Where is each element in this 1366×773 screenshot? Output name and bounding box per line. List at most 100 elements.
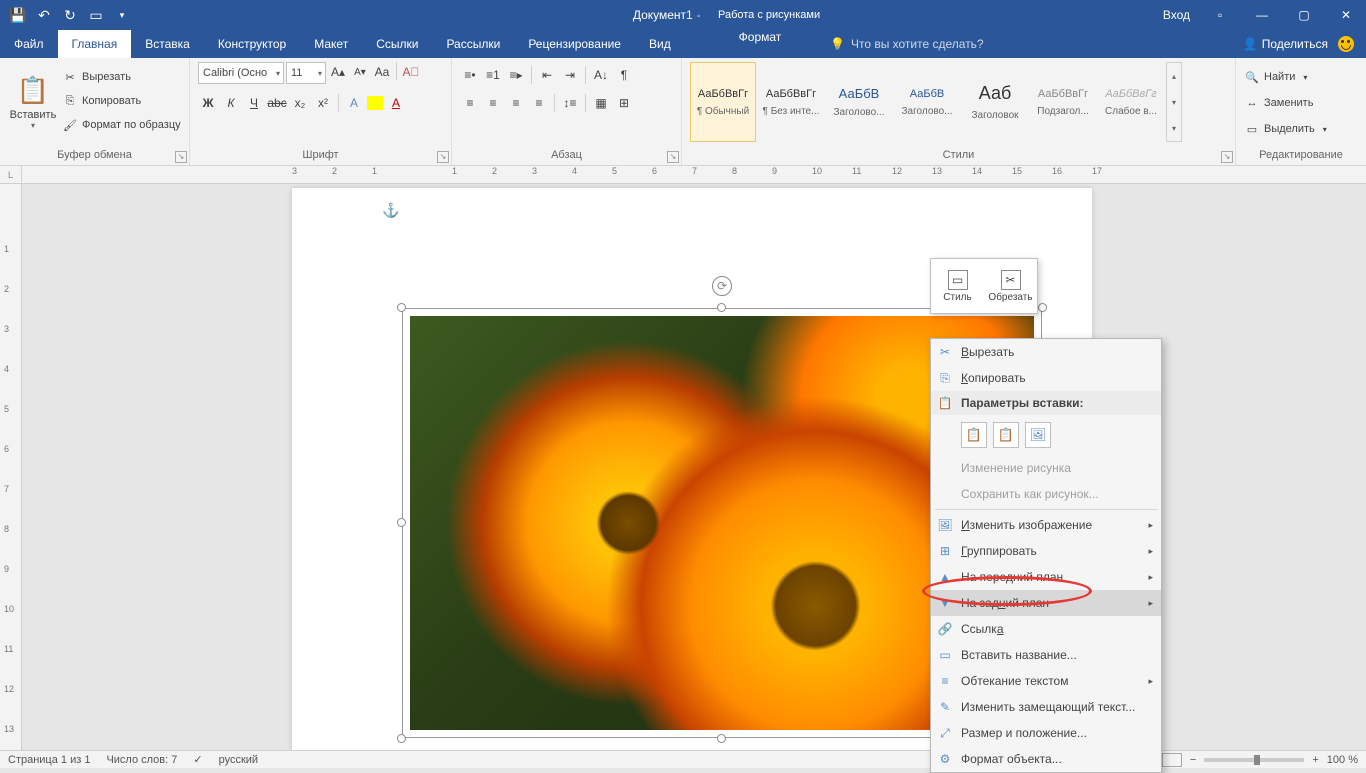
cut-button[interactable]: ✂Вырезать: [62, 66, 181, 88]
numbering-icon[interactable]: ≡1: [483, 65, 503, 85]
ctx-size-position[interactable]: ⤢Размер и положение...: [931, 720, 1161, 746]
borders-icon[interactable]: ⊞: [614, 93, 634, 113]
ctx-cut[interactable]: ✂ВВырезатьырезать: [931, 339, 1161, 365]
tell-me-search[interactable]: 💡 Что вы хотите сделать?: [830, 30, 984, 58]
tab-format[interactable]: Формат: [700, 30, 820, 44]
shading-icon[interactable]: ▦: [591, 93, 611, 113]
new-doc-icon[interactable]: ▭: [84, 3, 108, 27]
style-subtle[interactable]: АаБбВвГгСлабое в...: [1098, 62, 1164, 142]
ctx-send-back[interactable]: ▼На задний план▸: [931, 590, 1161, 616]
rotation-handle[interactable]: ⟳: [712, 276, 732, 296]
format-painter-button[interactable]: 🖌Формат по образцу: [62, 114, 181, 136]
style-heading2[interactable]: АаБбВЗаголово...: [894, 62, 960, 142]
tab-view[interactable]: Вид: [635, 30, 685, 58]
ctx-alt-text[interactable]: ✎Изменить замещающий текст...: [931, 694, 1161, 720]
status-page[interactable]: Страница 1 из 1: [8, 754, 90, 766]
bold-button[interactable]: Ж: [198, 93, 218, 113]
bullets-icon[interactable]: ≡•: [460, 65, 480, 85]
maximize-icon[interactable]: ▢: [1284, 0, 1324, 30]
increase-indent-icon[interactable]: ⇥: [560, 65, 580, 85]
ctx-edit-image[interactable]: 🖼Изменить изображение▸: [931, 512, 1161, 538]
save-icon[interactable]: 💾: [6, 3, 30, 27]
style-no-spacing[interactable]: АаБбВвГг¶ Без инте...: [758, 62, 824, 142]
underline-button[interactable]: Ч: [244, 93, 264, 113]
status-spellcheck-icon[interactable]: ✓: [193, 753, 202, 766]
resize-handle-sw[interactable]: [397, 734, 406, 743]
grow-font-icon[interactable]: A▴: [328, 62, 348, 82]
justify-icon[interactable]: ≡: [529, 93, 549, 113]
ctx-copy[interactable]: ⎘Копировать: [931, 365, 1161, 391]
align-left-icon[interactable]: ≡: [460, 93, 480, 113]
clipboard-dialog-launcher[interactable]: ↘: [175, 151, 187, 163]
paste-option-2[interactable]: 📋: [993, 422, 1019, 448]
change-case-icon[interactable]: Aa: [372, 62, 392, 82]
paste-option-3[interactable]: 🖼: [1025, 422, 1051, 448]
shrink-font-icon[interactable]: A▾: [350, 62, 370, 82]
multilevel-icon[interactable]: ≡▸: [506, 65, 526, 85]
paragraph-dialog-launcher[interactable]: ↘: [667, 151, 679, 163]
tab-mailings[interactable]: Рассылки: [432, 30, 514, 58]
subscript-button[interactable]: x₂: [290, 93, 310, 113]
ctx-link[interactable]: 🔗Ссылка: [931, 616, 1161, 642]
strikethrough-button[interactable]: abc: [267, 93, 287, 113]
mini-crop-button[interactable]: ✂ Обрезать: [984, 259, 1037, 313]
style-subtitle[interactable]: АаБбВвГгПодзагол...: [1030, 62, 1096, 142]
tab-file[interactable]: Файл: [0, 30, 58, 58]
undo-icon[interactable]: ↶: [32, 3, 56, 27]
ctx-wrap-text[interactable]: ≡Обтекание текстом▸: [931, 668, 1161, 694]
tab-layout[interactable]: Макет: [300, 30, 362, 58]
sort-icon[interactable]: A↓: [591, 65, 611, 85]
replace-button[interactable]: ↔Заменить: [1244, 92, 1327, 114]
tab-insert[interactable]: Вставка: [131, 30, 204, 58]
paste-button[interactable]: 📋 Вставить ▾: [8, 62, 58, 142]
resize-handle-nw[interactable]: [397, 303, 406, 312]
tab-review[interactable]: Рецензирование: [514, 30, 635, 58]
ctx-group[interactable]: ⊞Группировать▸: [931, 538, 1161, 564]
text-effects-icon[interactable]: A: [344, 93, 364, 113]
font-name-combo[interactable]: Calibri (Осно: [198, 62, 284, 84]
decrease-indent-icon[interactable]: ⇤: [537, 65, 557, 85]
login-button[interactable]: Вход: [1163, 8, 1190, 22]
font-color-icon[interactable]: A: [386, 93, 406, 113]
style-heading1[interactable]: АаБбВЗаголово...: [826, 62, 892, 142]
status-language[interactable]: русский: [219, 754, 258, 766]
highlight-icon[interactable]: [367, 96, 383, 110]
ctx-format-object[interactable]: ⚙Формат объекта...: [931, 746, 1161, 772]
italic-button[interactable]: К: [221, 93, 241, 113]
show-marks-icon[interactable]: ¶: [614, 65, 634, 85]
find-button[interactable]: 🔍Найти▾: [1244, 66, 1327, 88]
zoom-slider[interactable]: [1204, 758, 1304, 762]
style-normal[interactable]: АаБбВвГг¶ Обычный: [690, 62, 756, 142]
document-area[interactable]: ⚓ ⟳: [22, 184, 1366, 750]
tab-references[interactable]: Ссылки: [362, 30, 432, 58]
zoom-in-icon[interactable]: +: [1312, 754, 1318, 766]
zoom-out-icon[interactable]: −: [1190, 754, 1196, 766]
styles-gallery[interactable]: АаБбВвГг¶ Обычный АаБбВвГг¶ Без инте... …: [690, 62, 1182, 142]
close-icon[interactable]: ✕: [1326, 0, 1366, 30]
resize-handle-ne[interactable]: [1038, 303, 1047, 312]
redo-icon[interactable]: ↻: [58, 3, 82, 27]
resize-handle-w[interactable]: [397, 518, 406, 527]
share-button[interactable]: 👤 Поделиться: [1243, 37, 1328, 51]
minimize-icon[interactable]: —: [1242, 0, 1282, 30]
paste-option-1[interactable]: 📋: [961, 422, 987, 448]
vertical-ruler[interactable]: 12345678910111213: [0, 184, 22, 750]
ctx-insert-caption[interactable]: ▭Вставить название...: [931, 642, 1161, 668]
styles-dialog-launcher[interactable]: ↘: [1221, 151, 1233, 163]
ctx-bring-front[interactable]: ▲На передний план▸: [931, 564, 1161, 590]
zoom-value[interactable]: 100 %: [1327, 754, 1358, 766]
font-size-combo[interactable]: 11: [286, 62, 326, 84]
qat-more-icon[interactable]: ▾: [110, 3, 134, 27]
styles-gallery-more[interactable]: ▴▾▾: [1166, 62, 1182, 142]
copy-button[interactable]: ⎘Копировать: [62, 90, 181, 112]
font-dialog-launcher[interactable]: ↘: [437, 151, 449, 163]
tab-design[interactable]: Конструктор: [204, 30, 300, 58]
tab-home[interactable]: Главная: [58, 30, 132, 58]
superscript-button[interactable]: x²: [313, 93, 333, 113]
align-right-icon[interactable]: ≡: [506, 93, 526, 113]
resize-handle-n[interactable]: [717, 303, 726, 312]
style-title[interactable]: АабЗаголовок: [962, 62, 1028, 142]
line-spacing-icon[interactable]: ↕≡: [560, 93, 580, 113]
align-center-icon[interactable]: ≡: [483, 93, 503, 113]
view-web-icon[interactable]: [1162, 753, 1182, 767]
